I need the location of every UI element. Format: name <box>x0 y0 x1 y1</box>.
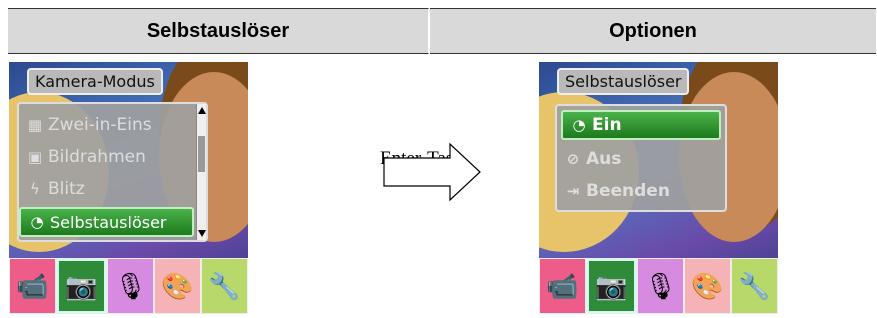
camera-icon: 📷 <box>65 270 98 301</box>
menu-item-two-in-one[interactable]: ▦ Zwei-in-Eins <box>19 110 206 140</box>
tab-audio[interactable]: 🎙 <box>638 259 683 313</box>
right-title: Optionen <box>609 19 697 42</box>
microphone-icon: 🎙 <box>113 270 147 301</box>
scroll-down-icon[interactable] <box>198 230 206 237</box>
camera-mode-menu: ▦ Zwei-in-Eins ▣ Bildrahmen ϟ Blitz ◔ Selbst… <box>17 102 208 242</box>
option-off[interactable]: ⊘ Aus <box>557 144 725 174</box>
menu-item-flash[interactable]: ϟ Blitz <box>19 174 206 204</box>
mode-tabs: 📹 📷 🎙 🎨 🔧 <box>9 258 248 314</box>
two-in-one-icon: ▦ <box>27 116 43 134</box>
menu-item-label: Bildrahmen <box>48 147 146 167</box>
exit-icon: ⇥ <box>566 182 580 200</box>
scroll-thumb[interactable] <box>198 136 205 172</box>
option-label: Aus <box>586 149 622 169</box>
video-camera-icon: 📹 <box>16 270 49 301</box>
palette-icon: 🎨 <box>691 270 724 301</box>
right-header: Optionen <box>430 8 876 54</box>
tab-effects[interactable]: 🎨 <box>685 259 730 313</box>
left-header: Selbstauslöser <box>8 8 429 54</box>
menu-item-self-timer[interactable]: ◔ Selbstauslöser <box>19 207 194 237</box>
arrow-icon <box>378 120 488 215</box>
menu-item-label: Selbstauslöser <box>50 212 167 232</box>
menu-item-frame[interactable]: ▣ Bildrahmen <box>19 142 206 172</box>
option-label: Ein <box>592 115 622 135</box>
option-label: Beenden <box>586 181 670 201</box>
menu-item-label: Blitz <box>48 179 85 199</box>
tab-video[interactable]: 📹 <box>540 259 585 313</box>
tab-camera[interactable]: 📷 <box>57 259 106 313</box>
video-camera-icon: 📹 <box>546 270 579 301</box>
right-camera-screen: Selbstauslöser ◔ Ein ⊘ Aus ⇥ Beenden 📹 📷 🎙 … <box>539 62 778 314</box>
tab-effects[interactable]: 🎨 <box>155 259 200 313</box>
tab-audio[interactable]: 🎙 <box>108 259 153 313</box>
timer-on-icon: ◔ <box>572 116 586 134</box>
submenu-label: Selbstauslöser <box>557 68 690 95</box>
microphone-icon: 🎙 <box>643 270 677 301</box>
tab-camera[interactable]: 📷 <box>587 259 636 313</box>
left-title: Selbstauslöser <box>146 19 290 42</box>
palette-icon: 🎨 <box>161 270 194 301</box>
tab-video[interactable]: 📹 <box>10 259 55 313</box>
timer-off-icon: ⊘ <box>566 150 580 168</box>
mode-tabs: 📹 📷 🎙 🎨 🔧 <box>539 258 778 314</box>
menu-scrollbar[interactable] <box>196 104 206 240</box>
self-timer-icon: ◔ <box>30 213 44 231</box>
menu-item-label: Zwei-in-Eins <box>48 115 152 135</box>
scroll-up-icon[interactable] <box>198 107 206 114</box>
left-camera-screen: Kamera-Modus ▦ Zwei-in-Eins ▣ Bildrahmen ϟ… <box>9 62 248 314</box>
tab-setup[interactable]: 🔧 <box>732 259 777 313</box>
frame-icon: ▣ <box>27 148 43 166</box>
option-on[interactable]: ◔ Ein <box>561 110 721 140</box>
mode-label: Kamera-Modus <box>27 68 163 95</box>
camera-icon: 📷 <box>595 270 628 301</box>
tools-icon: 🔧 <box>208 270 241 301</box>
tab-setup[interactable]: 🔧 <box>202 259 247 313</box>
self-timer-menu: ◔ Ein ⊘ Aus ⇥ Beenden <box>555 104 727 212</box>
option-exit[interactable]: ⇥ Beenden <box>557 176 725 206</box>
flash-icon: ϟ <box>30 180 40 198</box>
tools-icon: 🔧 <box>738 270 771 301</box>
